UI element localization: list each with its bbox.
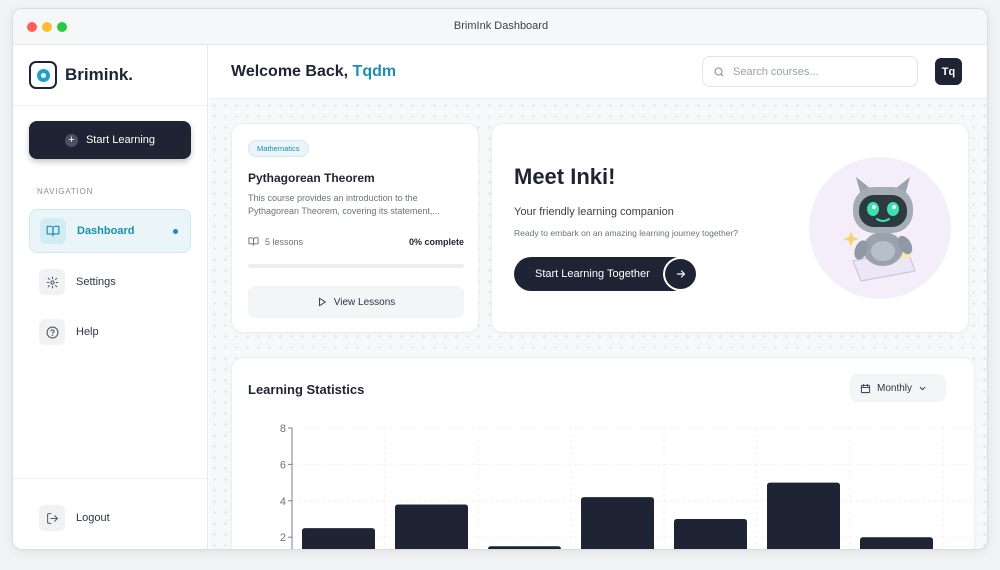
welcome-text: Welcome Back, (231, 63, 349, 80)
logout-icon (39, 505, 65, 531)
lesson-count-text: 5 lessons (265, 236, 304, 247)
divider (13, 105, 208, 106)
course-card: Mathematics Pythagorean Theorem This cou… (231, 123, 479, 333)
start-learning-button[interactable]: + Start Learning (29, 121, 191, 159)
y-tick-label: 2 (280, 532, 286, 544)
search-icon (714, 66, 724, 77)
start-learning-together-label: Start Learning Together (535, 268, 650, 280)
avatar[interactable]: Tq (935, 58, 962, 85)
view-lessons-label: View Lessons (333, 296, 396, 308)
book-icon (248, 237, 259, 246)
header: Welcome Back, Tqdm Tq (209, 45, 987, 99)
title-bar: BrimInk Dashboard (13, 9, 987, 45)
chart-bar (860, 537, 933, 549)
course-title: Pythagorean Theorem (248, 171, 375, 185)
window-title: BrimInk Dashboard (453, 20, 549, 32)
completion-text: 0% complete (408, 236, 464, 247)
chart-bar (674, 519, 747, 549)
nav-section-label: NAVIGATION (37, 187, 94, 196)
chart-bar (767, 482, 840, 549)
page-title: Welcome Back, Tqdm (231, 63, 396, 81)
course-meta: 5 lessons 0% complete (248, 236, 464, 247)
learning-statistics-chart: 8 6 4 2 (280, 423, 972, 549)
sidebar-item-label: Settings (76, 276, 116, 288)
sidebar-item-settings[interactable]: Settings (29, 260, 191, 304)
inki-description: Ready to embark on an amazing learning j… (514, 228, 738, 238)
plus-icon: + (64, 133, 78, 147)
app-window: BrimInk Dashboard Brimink. + Start Learn… (12, 8, 988, 550)
sidebar-item-help[interactable]: Help (29, 310, 191, 354)
robot-mascot-icon (843, 177, 916, 282)
y-tick-label: 6 (280, 459, 286, 471)
brand[interactable]: Brimink. (29, 60, 133, 90)
chart-bar (395, 504, 468, 549)
book-open-icon (40, 218, 66, 244)
y-tick-label: 4 (280, 496, 286, 508)
course-tag: Mathematics (248, 140, 309, 157)
sidebar-item-label: Help (76, 326, 99, 338)
search-input[interactable] (733, 65, 903, 78)
progress-bar (248, 264, 464, 268)
divider (13, 478, 208, 479)
inki-subtitle: Your friendly learning companion (514, 206, 674, 218)
sidebar-item-label: Dashboard (77, 225, 135, 237)
active-indicator (173, 229, 178, 234)
brand-logo-icon (29, 61, 57, 89)
course-description: This course provides an introduction to … (248, 193, 440, 216)
lesson-count: 5 lessons (248, 236, 303, 247)
gear-icon (39, 269, 65, 295)
help-circle-icon (39, 319, 65, 345)
arrow-right-icon[interactable] (663, 257, 698, 291)
sidebar: Brimink. + Start Learning NAVIGATION Das… (13, 45, 208, 549)
main-content: Welcome Back, Tqdm Tq Mathematics Pythag… (209, 45, 987, 549)
chart-bar (581, 497, 654, 549)
y-tick-label: 8 (280, 423, 286, 435)
inki-title: Meet Inki! (514, 164, 616, 189)
logout-label: Logout (76, 512, 110, 524)
inki-card: Meet Inki! Your friendly learning compan… (491, 123, 969, 333)
sidebar-item-dashboard[interactable]: Dashboard (29, 209, 191, 253)
chart-bar (488, 546, 561, 549)
user-name: Tqdm (352, 63, 397, 80)
chart-bar (302, 528, 375, 549)
play-icon (318, 297, 326, 307)
learning-statistics-card: Learning Statistics Monthly 8642 (231, 357, 975, 549)
search-box[interactable] (702, 56, 918, 87)
view-lessons-button[interactable]: View Lessons (248, 286, 464, 318)
brand-name: Brimink. (65, 65, 134, 84)
logout-button[interactable]: Logout (29, 496, 191, 540)
start-learning-label: Start Learning (85, 134, 156, 146)
